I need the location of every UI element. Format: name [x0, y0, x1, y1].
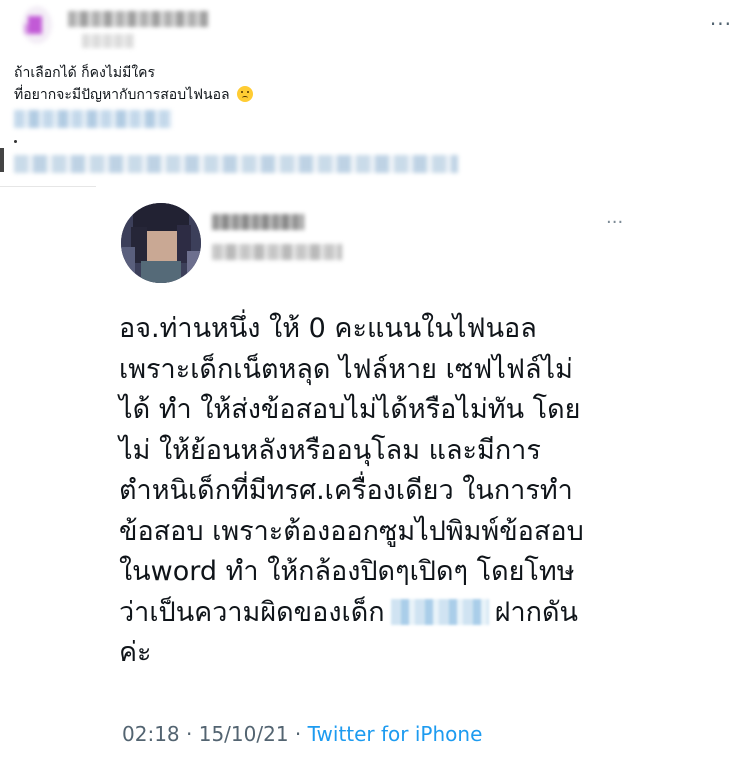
tweet-line: อจ.ท่านหนึ่ง ให้ 0 คะแนนในไฟนอล — [119, 313, 537, 344]
tweet-line: ในword ทำ ให้กล้องปิดๆเปิดๆ โดยโทษ — [119, 556, 575, 587]
mention-redacted[interactable] — [390, 598, 489, 625]
tweet-line: ค่ะ — [119, 637, 152, 668]
post-text-line-content: ที่อยากจะมีปัญหากับการสอบไฟนอล — [14, 87, 230, 103]
tweet-line: ไม่ ให้ย้อนหลังหรืออนุโลม และมีการ — [119, 434, 541, 466]
more-options-icon[interactable]: ··· — [606, 214, 623, 232]
left-edge-bar — [0, 148, 4, 172]
post-text: ถ้าเลือกได้ ก็คงไม่มีใคร ที่อยากจะมีปัญห… — [14, 62, 254, 106]
tweet-line: ตำหนิเด็กที่มีทรศ.เครื่องเดียว ในการทำ — [119, 475, 573, 506]
link-redacted[interactable] — [14, 110, 172, 128]
tweet-line: ข้อสอบ เพราะต้องออกซูมไปพิมพ์ข้อสอบ — [119, 515, 584, 547]
author-name-redacted[interactable] — [68, 11, 208, 27]
meta-separator: · — [186, 722, 193, 746]
tweet-time[interactable]: 02:18 — [122, 722, 180, 746]
meta-separator: · — [294, 722, 302, 746]
post-text-line: ที่อยากจะมีปัญหากับการสอบไฟนอล — [14, 84, 254, 106]
text-dot — [14, 140, 17, 143]
tweet-line: เพราะเด็กเน็ตหลุด ไฟล์หาย เซฟไฟล์ไม่ — [119, 353, 573, 385]
author-handle-redacted — [212, 244, 342, 260]
sad-face-emoji-icon — [237, 86, 254, 102]
tweet-line: ว่าเป็นความผิดของเด็ก ฝากดัน — [119, 593, 659, 634]
tweet-meta: 02:18 · 15/10/21 · Twitter for iPhone — [122, 722, 482, 746]
tweet-source-link[interactable]: Twitter for iPhone — [308, 722, 483, 746]
tweet-line: ได้ ทำ ให้ส่งข้อสอบไม่ได้หรือไม่ทัน โดย — [119, 394, 581, 425]
post-text-line: ถ้าเลือกได้ ก็คงไม่มีใคร — [14, 65, 156, 81]
avatar[interactable] — [22, 6, 52, 44]
tweet-line-end: ฝากดัน — [494, 596, 578, 628]
more-options-icon[interactable]: ··· — [710, 14, 732, 34]
author-name-redacted[interactable] — [212, 214, 304, 230]
link-redacted[interactable] — [14, 155, 458, 173]
tweet-date[interactable]: 15/10/21 — [199, 722, 289, 746]
embedded-tweet[interactable]: ··· อจ.ท่านหนึ่ง ให้ 0 คะแนนในไฟนอล เพรา… — [96, 186, 748, 763]
outer-post: ··· ถ้าเลือกได้ ก็คงไม่มีใคร ที่อยากจะมี… — [0, 0, 748, 187]
author-handle-redacted — [82, 34, 134, 48]
tweet-text: อจ.ท่านหนึ่ง ให้ 0 คะแนนในไฟนอล เพราะเด็… — [119, 309, 659, 674]
tweet-line-start: ว่าเป็นความผิดของเด็ก — [119, 596, 385, 628]
avatar[interactable] — [121, 203, 201, 283]
